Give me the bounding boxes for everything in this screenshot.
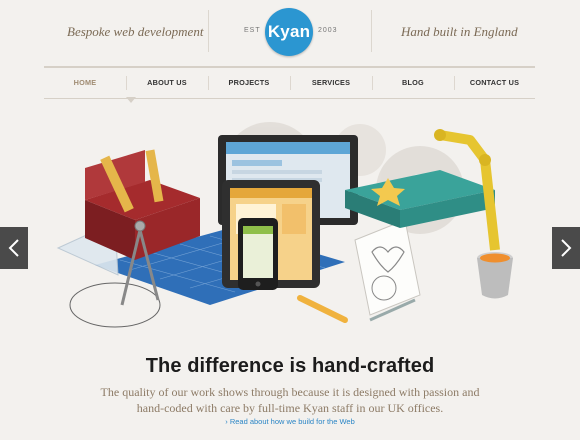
smartphone-device — [238, 218, 278, 290]
active-nav-pointer — [126, 97, 136, 103]
hero-description: The quality of our work shows through be… — [100, 385, 480, 415]
chevron-right-icon — [561, 239, 572, 257]
logo-year: 2003 — [318, 27, 338, 34]
nav-services[interactable]: SERVICES — [290, 68, 372, 98]
read-more-link[interactable]: › Read about how we build for the Web — [0, 417, 580, 426]
tagline-left: Bespoke web development — [67, 24, 204, 39]
drawn-circle — [69, 282, 161, 328]
site-header: Bespoke web development EST Kyan 2003 Ha… — [0, 0, 580, 66]
nav-about-us[interactable]: ABOUT US — [126, 68, 208, 98]
logo-text: Kyan — [267, 22, 311, 41]
carousel-prev-button[interactable] — [0, 227, 28, 269]
nav-blog[interactable]: BLOG — [372, 68, 454, 98]
kyan-logo[interactable]: Kyan — [265, 8, 313, 56]
hand-crafted-illustration — [56, 122, 513, 328]
logo-est-label: EST — [244, 27, 261, 34]
header-divider-left — [208, 10, 209, 52]
hero-headline: The difference is hand-crafted — [145, 355, 435, 377]
nav-home[interactable]: HOME — [44, 68, 126, 98]
nav-projects[interactable]: PROJECTS — [208, 68, 290, 98]
conveyor-belt — [345, 170, 495, 228]
chevron-left-icon — [8, 239, 19, 257]
pencil-icon — [297, 295, 348, 323]
nav-contact-us[interactable]: CONTACT US — [454, 68, 535, 98]
paint-bucket-icon — [477, 252, 513, 299]
hero-illustration — [0, 110, 580, 340]
header-divider-right — [371, 10, 372, 52]
carousel-next-button[interactable] — [552, 227, 580, 269]
tagline-right: Hand built in England — [401, 24, 518, 39]
main-nav: HOME ABOUT US PROJECTS SERVICES BLOG CON… — [44, 66, 535, 103]
